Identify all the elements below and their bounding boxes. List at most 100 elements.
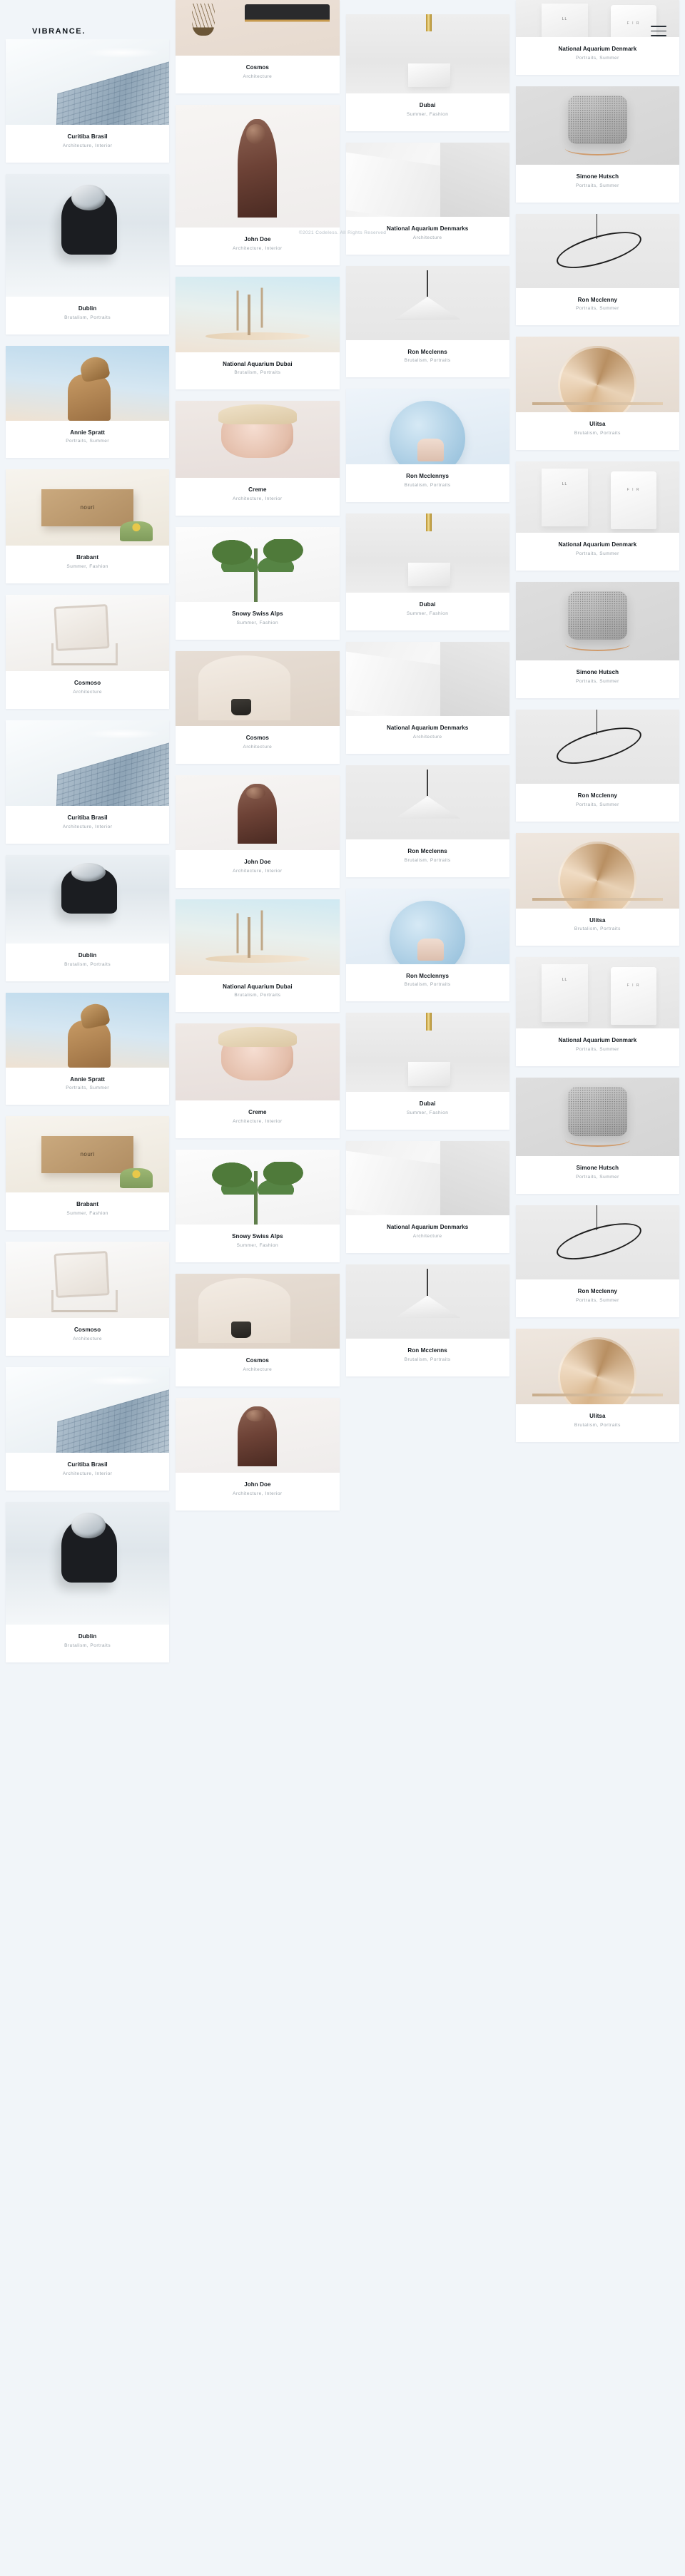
portfolio-card[interactable]: National Aquarium Denmarks Architecture	[345, 142, 509, 255]
portfolio-card[interactable]: Brabant Summer, Fashion	[6, 1116, 170, 1231]
portfolio-card[interactable]: Curitiba Brasil Architecture, Interior	[6, 39, 170, 163]
portfolio-card[interactable]: Snowy Swiss Alps Summer, Fashion	[176, 1150, 340, 1262]
portfolio-card[interactable]: Dubai Summer, Fashion	[345, 1013, 509, 1130]
portfolio-card[interactable]: Cosmos Architecture	[176, 1273, 340, 1386]
speaker-artwork	[515, 1078, 679, 1157]
portfolio-card-title: Ron Mcclenns	[407, 348, 447, 355]
portfolio-card-subtitle: Brutalism, Portraits	[64, 961, 111, 967]
portfolio-card[interactable]: Snowy Swiss Alps Summer, Fashion	[176, 527, 340, 640]
portfolio-card[interactable]: Dubai Summer, Fashion	[345, 513, 509, 630]
portfolio-card-title: National Aquarium Denmarks	[386, 1224, 469, 1231]
portfolio-card-meta: Creme Architecture, Interior	[176, 1100, 339, 1138]
portfolio-card-image	[6, 854, 170, 944]
portfolio-card[interactable]: National Aquarium Denmark Portraits, Summ…	[515, 461, 679, 571]
portfolio-card[interactable]: Ron Mcclennys Brutalism, Portraits	[345, 389, 509, 503]
portfolio-card[interactable]: Ron Mcclenns Brutalism, Portraits	[345, 765, 509, 877]
portfolio-card-meta: National Aquarium Dubai Brutalism, Portra…	[176, 352, 339, 390]
portfolio-card[interactable]: Ulitsa Brutalism, Portraits	[515, 832, 679, 946]
portfolio-card[interactable]: Simone Hutsch Portraits, Summer	[515, 581, 679, 698]
portfolio-card-image	[345, 765, 509, 839]
portfolio-card[interactable]: National Aquarium Denmark Portraits, Summ…	[515, 957, 679, 1067]
portfolio-card-meta: Curitiba Brasil Architecture, Interior	[6, 125, 169, 163]
portfolio-card-meta: Ron Mcclenns Brutalism, Portraits	[346, 839, 509, 877]
portfolio-card[interactable]: Simone Hutsch Portraits, Summer	[515, 86, 679, 203]
portfolio-card[interactable]: National Aquarium Denmarks Architecture	[345, 1141, 509, 1253]
portfolio-card[interactable]: John Doe Architecture, Interior	[176, 104, 340, 265]
portfolio-card[interactable]: Brabant Summer, Fashion	[6, 469, 170, 584]
hamburger-bar-3	[651, 35, 666, 36]
portfolio-card-subtitle: Architecture, Interior	[233, 1491, 283, 1496]
portfolio-card[interactable]: Ulitsa Brutalism, Portraits	[515, 337, 679, 451]
portfolio-card[interactable]: National Aquarium Dubai Brutalism, Portra…	[176, 276, 340, 390]
portfolio-card-meta: Ron Mcclennys Brutalism, Portraits	[346, 964, 509, 1002]
portfolio-card-image	[515, 86, 679, 165]
portfolio-card-meta: Brabant Summer, Fashion	[6, 546, 169, 583]
portfolio-card-subtitle: Architecture	[243, 1366, 273, 1372]
portfolio-card[interactable]: Ron Mcclenns Brutalism, Portraits	[345, 265, 509, 378]
site-logo[interactable]: VIBRANCE.	[32, 27, 86, 36]
portfolio-card[interactable]: Ron Mcclennys Brutalism, Portraits	[345, 888, 509, 1002]
portfolio-card-subtitle: Architecture	[412, 235, 442, 240]
clock-artwork	[345, 389, 509, 465]
portfolio-card[interactable]: National Aquarium Denmarks Architecture	[345, 641, 509, 754]
portfolio-card[interactable]: Cosmoso Architecture	[6, 595, 170, 709]
cone-artwork	[345, 1264, 509, 1339]
portfolio-card[interactable]: Ron Mcclenny Portraits, Summer	[515, 1205, 679, 1317]
portfolio-card-subtitle: Portraits, Summer	[575, 551, 619, 556]
portfolio-card-image	[6, 345, 170, 421]
portfolio-card-title: Ron Mcclennys	[406, 473, 450, 480]
portfolio-card-meta: National Aquarium Denmark Portraits, Summ…	[516, 37, 679, 75]
portfolio-card-title: Ron Mcclenns	[407, 1346, 447, 1354]
portfolio-card-meta: Annie Spratt Portraits, Summer	[6, 1068, 169, 1105]
portfolio-card[interactable]: Ron Mcclenns Brutalism, Portraits	[345, 1264, 509, 1376]
portfolio-card-title: Simone Hutsch	[576, 173, 619, 180]
ring-artwork	[515, 213, 679, 288]
branch-artwork	[176, 276, 340, 352]
box-artwork	[6, 1116, 170, 1193]
portfolio-card[interactable]: Dubai Summer, Fashion	[345, 14, 509, 131]
portfolio-card-meta: Simone Hutsch Portraits, Summer	[516, 1156, 679, 1194]
portfolio-card[interactable]: Ulitsa Brutalism, Portraits	[515, 1328, 679, 1442]
portfolio-card-meta: Dubai Summer, Fashion	[346, 1092, 509, 1130]
portfolio-card-title: Ron Mcclenny	[577, 792, 618, 799]
portfolio-card-image	[345, 641, 509, 716]
portfolio-card-title: Curitiba Brasil	[67, 814, 108, 821]
portfolio-card[interactable]: Ron Mcclenny Portraits, Summer	[515, 709, 679, 822]
tower-artwork	[6, 720, 170, 806]
arch-artwork	[176, 650, 340, 726]
clock-artwork	[345, 888, 509, 964]
chair-artwork	[6, 595, 170, 672]
portfolio-card-image	[515, 832, 679, 909]
portfolio-card[interactable]: Annie Spratt Portraits, Summer	[6, 992, 170, 1105]
portfolio-card-meta: Snowy Swiss Alps Summer, Fashion	[176, 1225, 339, 1262]
portfolio-card[interactable]: National Aquarium Dubai Brutalism, Portra…	[176, 899, 340, 1013]
portfolio-card[interactable]: Creme Architecture, Interior	[176, 1023, 340, 1139]
portfolio-card-meta: National Aquarium Denmarks Architecture	[346, 217, 509, 255]
portfolio-card[interactable]: Curitiba Brasil Architecture, Interior	[6, 1366, 170, 1491]
portfolio-card-image	[345, 1141, 509, 1216]
portfolio-card[interactable]: Simone Hutsch Portraits, Summer	[515, 1078, 679, 1194]
portfolio-card-image	[345, 1264, 509, 1339]
portfolio-card[interactable]: Annie Spratt Portraits, Summer	[6, 345, 170, 459]
portfolio-card-meta: National Aquarium Denmarks Architecture	[346, 716, 509, 754]
portfolio-card[interactable]: Cosmoso Architecture	[6, 1242, 170, 1356]
portfolio-card-title: Creme	[248, 486, 267, 494]
portfolio-card[interactable]: John Doe Architecture, Interior	[176, 775, 340, 888]
portfolio-card-meta: National Aquarium Denmark Portraits, Summ…	[516, 1028, 679, 1066]
portfolio-card[interactable]: Cosmos Architecture	[176, 0, 340, 93]
portfolio-card-subtitle: Portraits, Summer	[575, 1174, 619, 1180]
portfolio-card[interactable]: Curitiba Brasil Architecture, Interior	[6, 720, 170, 844]
portfolio-card[interactable]: Dublin Brutalism, Portraits	[6, 173, 170, 334]
portfolio-card[interactable]: Dublin Brutalism, Portraits	[6, 1501, 170, 1662]
portfolio-card-subtitle: Summer, Fashion	[406, 111, 449, 117]
portfolio-card[interactable]: John Doe Architecture, Interior	[176, 1397, 340, 1511]
portfolio-card[interactable]: Creme Architecture, Interior	[176, 401, 340, 516]
hamburger-menu-icon[interactable]	[651, 26, 666, 37]
portfolio-card[interactable]: National Aquarium Denmark Portraits, Summ…	[515, 0, 679, 75]
portfolio-card[interactable]: Cosmos Architecture	[176, 650, 340, 764]
portfolio-card-title: Ulitsa	[589, 916, 606, 924]
portfolio-card-image	[176, 0, 340, 56]
portfolio-card[interactable]: Dublin Brutalism, Portraits	[6, 854, 170, 981]
portfolio-card-subtitle: Summer, Fashion	[406, 610, 449, 616]
portfolio-card-image	[176, 1273, 340, 1349]
